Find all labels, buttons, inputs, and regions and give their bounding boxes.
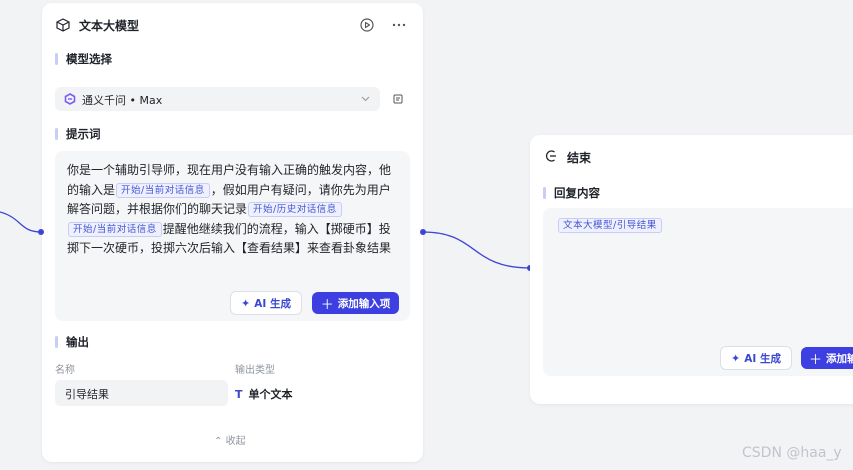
prompt-variable-tag[interactable]: 开始/当前对话信息: [116, 182, 210, 198]
model-settings-icon[interactable]: [393, 94, 403, 104]
text-type-icon: T: [235, 388, 243, 401]
collapse-label: 收起: [225, 436, 246, 447]
llm-node[interactable]: 文本大模型 模型选择 通义千问 • Max 提示词 你是一个辅助引导师，现在用户…: [42, 3, 423, 462]
qwen-logo-icon: [64, 93, 76, 105]
output-name-value: 引导结果: [65, 388, 109, 401]
llm-output-handle[interactable]: [420, 229, 426, 235]
end-icon: [545, 150, 556, 162]
add-input-button[interactable]: ＋ 添加输入项: [312, 292, 399, 314]
reply-section-label: 回复内容: [554, 186, 600, 200]
end-ai-generate-button[interactable]: ✦ AI 生成: [720, 346, 792, 370]
section-marker: [543, 187, 546, 199]
prompt-editor[interactable]: 你是一个辅助引导师，现在用户没有输入正确的触发内容，他的输入是 开始/当前对话信息…: [55, 151, 410, 321]
prompt-variable-tag[interactable]: 开始/当前对话信息: [68, 221, 162, 237]
watermark: CSDN @haa_y: [742, 445, 842, 461]
end-add-button[interactable]: ＋ 添加输: [801, 347, 853, 369]
model-name: 通义千问 • Max: [82, 94, 163, 107]
incoming-connector-line: [0, 211, 42, 233]
output-type-value: 单个文本: [248, 388, 293, 401]
ai-generate-label: AI 生成: [254, 297, 291, 310]
end-node-title: 结束: [567, 151, 592, 165]
cube-icon: [56, 18, 70, 32]
section-marker: [55, 336, 58, 348]
node-title: 文本大模型: [79, 19, 140, 33]
llm-to-end-connector-line: [422, 231, 531, 269]
sparkle-icon: ✦: [731, 351, 741, 365]
section-marker: [55, 128, 58, 140]
plus-icon: ＋: [320, 297, 334, 313]
ai-generate-label: AI 生成: [744, 352, 781, 365]
sparkle-icon: ✦: [241, 296, 251, 310]
end-node[interactable]: 结束 回复内容 文本大模型/引导结果 ✦ AI 生成 ＋ 添加输: [530, 135, 853, 404]
chevron-up-icon: ⌃: [214, 436, 223, 447]
output-name-field[interactable]: 引导结果: [55, 380, 228, 406]
more-icon[interactable]: [392, 23, 406, 27]
collapse-button[interactable]: ⌃ 收起: [214, 432, 246, 447]
prompt-text[interactable]: 你是一个辅助引导师，现在用户没有输入正确的触发内容，他的输入是 开始/当前对话信息…: [67, 161, 402, 259]
model-section-label: 模型选择: [66, 52, 112, 66]
output-type-select[interactable]: T 单个文本: [235, 386, 293, 402]
plus-icon: ＋: [809, 352, 823, 368]
add-input-label: 添加输入项: [337, 297, 391, 310]
prompt-variable-tag[interactable]: 开始/历史对话信息: [248, 202, 342, 217]
llm-input-handle[interactable]: [38, 229, 44, 235]
model-select[interactable]: 通义千问 • Max: [55, 87, 380, 111]
end-add-label: 添加输: [826, 352, 853, 365]
output-section-label: 输出: [66, 335, 89, 349]
chevron-down-icon: [361, 96, 370, 102]
ai-generate-button[interactable]: ✦ AI 生成: [230, 291, 302, 315]
prompt-section-label: 提示词: [66, 127, 101, 141]
type-column-header: 输出类型: [235, 365, 275, 376]
run-icon[interactable]: [360, 18, 374, 32]
name-column-header: 名称: [55, 365, 75, 376]
reply-editor[interactable]: 文本大模型/引导结果 ✦ AI 生成 ＋ 添加输: [543, 208, 853, 376]
section-marker: [55, 53, 58, 65]
reply-variable-tag[interactable]: 文本大模型/引导结果: [558, 218, 662, 233]
